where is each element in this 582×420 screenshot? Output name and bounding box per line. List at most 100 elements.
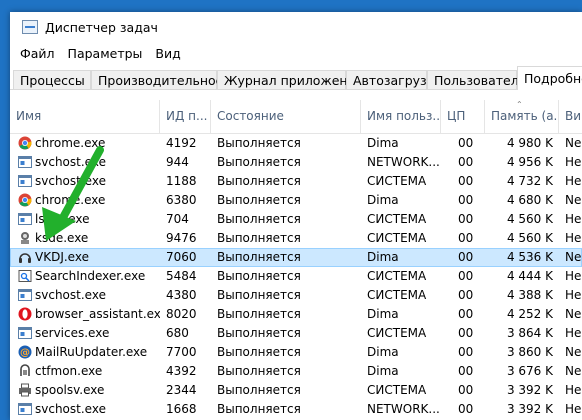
mailru-icon: @ xyxy=(18,345,32,359)
table-row[interactable]: VKDJ.exe 7060 Выполняется Dima 00 4 536 K Ne xyxy=(10,248,582,267)
cell-cpu: 00 xyxy=(458,383,474,397)
cell-v: Не xyxy=(565,402,582,416)
cell-cpu: 00 xyxy=(458,269,474,283)
menu-options[interactable]: Параметры xyxy=(68,46,143,61)
cell-name: SearchIndexer.exe xyxy=(35,269,146,283)
cell-mem: 3 392 K xyxy=(506,402,553,416)
table-row[interactable]: lsass.exe 704 Выполняется СИСТЕМА 00 4 560 K Н… xyxy=(10,210,582,229)
table-row[interactable]: chrome.exe 4192 Выполняется Dima 00 4 980 K Ne xyxy=(10,134,582,153)
cell-v: Ne xyxy=(565,307,582,321)
cell-status: Выполняется xyxy=(217,288,301,302)
cell-user: СИСТЕМА xyxy=(367,231,427,245)
cell-mem: 3 864 K xyxy=(506,326,553,340)
cell-v: Ne xyxy=(565,136,582,150)
column-virtualization[interactable]: Ви xyxy=(559,100,582,133)
cell-v: Не xyxy=(565,231,582,245)
cell-status: Выполняется xyxy=(217,231,301,245)
cell-mem: 4 560 K xyxy=(506,231,553,245)
search-icon xyxy=(18,269,32,283)
cell-name: services.exe xyxy=(35,326,110,340)
tab-users[interactable]: Пользователи xyxy=(427,70,527,89)
table-row[interactable]: services.exe 680 Выполняется СИСТЕМА 00 3 864… xyxy=(10,324,582,343)
column-status[interactable]: Состояние xyxy=(211,100,361,133)
tab-app-history[interactable]: Журнал приложений xyxy=(217,70,364,89)
cell-cpu: 00 xyxy=(458,193,474,207)
cell-status: Выполняется xyxy=(217,364,301,378)
table-row[interactable]: spoolsv.exe 2344 Выполняется СИСТЕМА 00 3 392… xyxy=(10,381,582,400)
cell-status: Выполняется xyxy=(217,345,301,359)
column-pid[interactable]: ИД п... xyxy=(160,100,211,133)
cell-v: Ne xyxy=(565,193,582,207)
cell-cpu: 00 xyxy=(458,326,474,340)
column-cpu[interactable]: ЦП xyxy=(441,100,485,133)
column-user[interactable]: Имя польз... xyxy=(361,100,441,133)
cell-user: Dima xyxy=(367,193,399,207)
table-row[interactable]: ctfmon.exe 4392 Выполняется Dima 00 3 676 K Ne xyxy=(10,362,582,381)
table-body: chrome.exe 4192 Выполняется Dima 00 4 980 K Ne… xyxy=(10,134,582,420)
table-row[interactable]: chrome.exe 6380 Выполняется Dima 00 4 680 K Ne xyxy=(10,191,582,210)
cell-mem: 4 444 K xyxy=(506,269,553,283)
tab-startup[interactable]: Автозагрузка xyxy=(346,70,442,89)
cell-pid: 1668 xyxy=(166,402,197,416)
cell-cpu: 00 xyxy=(458,136,474,150)
cell-cpu: 00 xyxy=(458,212,474,226)
cell-mem: 3 676 K xyxy=(506,364,553,378)
svc-icon xyxy=(18,402,32,416)
tab-processes[interactable]: Процессы xyxy=(13,70,91,89)
cell-pid: 2344 xyxy=(166,383,197,397)
table-row[interactable]: browser_assistant.exe 8020 Выполняется Dima… xyxy=(10,305,582,324)
cell-name: MailRuUpdater.exe xyxy=(35,345,148,359)
cell-status: Выполняется xyxy=(217,174,301,188)
cell-user: Dima xyxy=(367,250,399,264)
cell-name: svchost.exe xyxy=(35,174,106,188)
cell-v: Не xyxy=(565,383,582,397)
menu-file[interactable]: Файл xyxy=(20,46,55,61)
cell-v: Ne xyxy=(565,364,582,378)
cell-name: browser_assistant.exe xyxy=(35,307,160,321)
svc-icon xyxy=(18,326,32,340)
cell-name: svchost.exe xyxy=(35,402,106,416)
cell-v: Не xyxy=(565,288,582,302)
table-row[interactable]: svchost.exe 1188 Выполняется СИСТЕМА 00 4 732… xyxy=(10,172,582,191)
cell-pid: 7700 xyxy=(166,345,197,359)
cell-name: svchost.exe xyxy=(35,155,106,169)
cell-mem: 4 680 K xyxy=(506,193,553,207)
table-row[interactable]: ksde.exe 9476 Выполняется СИСТЕМА 00 4 560 K Н… xyxy=(10,229,582,248)
cell-user: NETWORK... xyxy=(367,402,440,416)
table-row[interactable]: svchost.exe 4380 Выполняется СИСТЕМА 00 4 388… xyxy=(10,286,582,305)
table-row[interactable]: @ MailRuUpdater.exe 7700 Выполняется Dima 00 3… xyxy=(10,343,582,362)
table-row[interactable]: svchost.exe 1668 Выполняется NETWORK... 00 3 … xyxy=(10,400,582,419)
tab-details[interactable]: Подробно xyxy=(517,66,582,90)
cell-mem: 4 252 K xyxy=(506,307,553,321)
cell-status: Выполняется xyxy=(217,402,301,416)
cell-cpu: 00 xyxy=(458,155,474,169)
cell-cpu: 00 xyxy=(458,288,474,302)
cell-pid: 5484 xyxy=(166,269,197,283)
cell-cpu: 00 xyxy=(458,231,474,245)
column-name[interactable]: Имя xyxy=(10,100,160,133)
cell-user: СИСТЕМА xyxy=(367,383,427,397)
cell-cpu: 00 xyxy=(458,307,474,321)
cell-name: spoolsv.exe xyxy=(35,383,105,397)
cell-mem: 4 732 K xyxy=(506,174,553,188)
cell-mem: 4 956 K xyxy=(506,155,553,169)
cell-status: Выполняется xyxy=(217,212,301,226)
menu-view[interactable]: Вид xyxy=(155,46,180,61)
cell-mem: 4 536 K xyxy=(506,250,553,264)
menu-bar: Файл Параметры Вид xyxy=(10,42,582,64)
cell-pid: 680 xyxy=(166,326,189,340)
chrome-icon xyxy=(18,193,32,207)
tab-performance[interactable]: Производительность xyxy=(91,70,237,89)
task-manager-icon xyxy=(22,20,38,34)
cell-pid: 944 xyxy=(166,155,189,169)
ctf-icon xyxy=(18,364,32,378)
cell-pid: 7060 xyxy=(166,250,197,264)
cell-cpu: 00 xyxy=(458,174,474,188)
cell-name: svchost.exe xyxy=(35,288,106,302)
cell-v: Не xyxy=(565,326,582,340)
cell-mem: 4 388 K xyxy=(506,288,553,302)
table-row[interactable]: SearchIndexer.exe 5484 Выполняется СИСТЕМА 0… xyxy=(10,267,582,286)
table-row[interactable]: svchost.exe 944 Выполняется NETWORK... 00 4 9… xyxy=(10,153,582,172)
cell-v: Не xyxy=(565,155,582,169)
svc-icon xyxy=(18,155,32,169)
